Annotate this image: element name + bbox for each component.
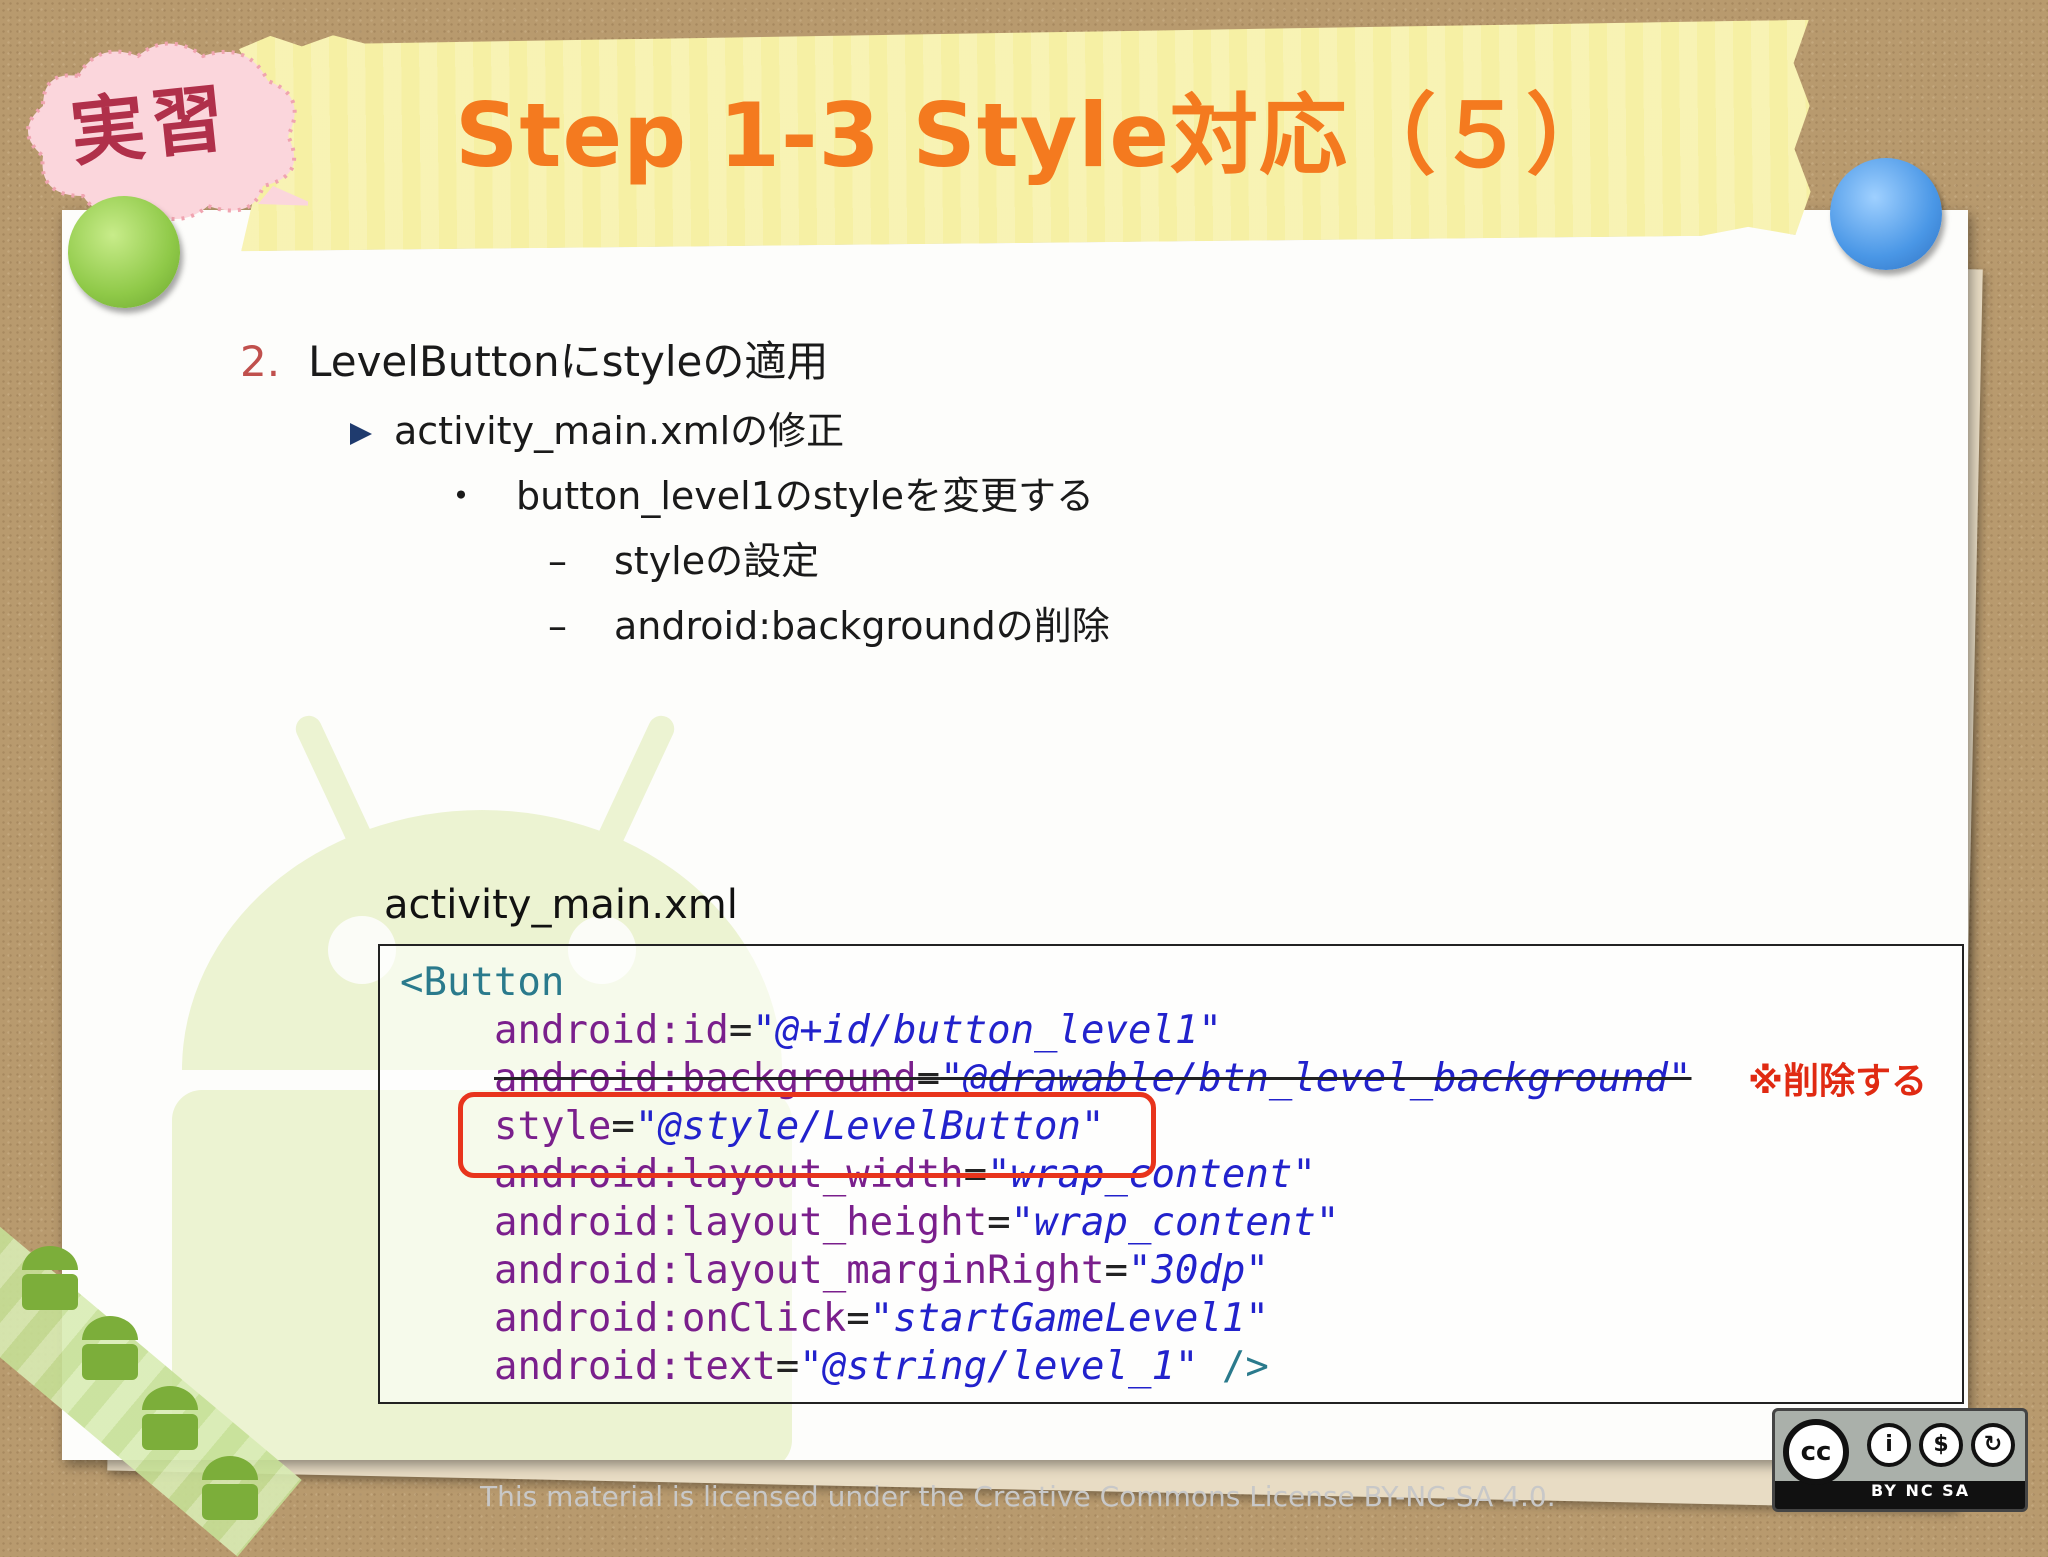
code-value: "@string/level_1" — [799, 1344, 1199, 1389]
bullet-number: 2. — [240, 337, 281, 386]
license-text: This material is licensed under the Crea… — [480, 1480, 1556, 1513]
code-value: "wrap_content" — [1010, 1200, 1340, 1245]
bullet-text: android:backgroundの削除 — [614, 604, 1110, 648]
code-attr: android:onClick — [494, 1296, 847, 1341]
code-tag-open: <Button — [400, 960, 565, 1005]
dot-bullet: ・ — [442, 474, 481, 518]
triangle-bullet-icon — [350, 422, 372, 445]
code-attr: android:text — [494, 1344, 776, 1389]
code-line: android:text="@string/level_1" /> — [494, 1344, 1269, 1390]
bullet-text: activity_main.xmlの修正 — [394, 409, 845, 453]
bullet-text: styleの設定 — [614, 539, 820, 583]
nc-icon: $ — [1919, 1423, 1963, 1467]
dash-bullet: – — [548, 539, 567, 583]
sa-icon: ↻ — [1971, 1423, 2015, 1467]
code-tag-close: /> — [1198, 1344, 1269, 1389]
style-highlight-box — [458, 1092, 1156, 1178]
cc-license-badge: cc i $ ↻ BY NC SA — [1772, 1408, 2028, 1512]
code-line: android:layout_height="wrap_content" — [494, 1200, 1339, 1246]
code-attr: android:layout_marginRight — [494, 1248, 1105, 1293]
code-attr: android:layout_height — [494, 1200, 988, 1245]
code-caption: activity_main.xml — [384, 882, 738, 928]
code-line: android:id="@+id/button_level1" — [494, 1008, 1222, 1054]
blue-pin-icon — [1830, 158, 1942, 270]
bullet-level2: activity_main.xmlの修正 — [350, 400, 844, 455]
bullet-text: LevelButtonにstyleの適用 — [308, 337, 829, 386]
bullet-level4-style: – styleの設定 — [548, 530, 819, 585]
code-line: android:layout_marginRight="30dp" — [494, 1248, 1269, 1294]
code-value: "startGameLevel1" — [869, 1296, 1269, 1341]
code-eq: = — [1104, 1248, 1128, 1293]
bullet-level4-background: – android:backgroundの削除 — [548, 595, 1110, 650]
bullet-text: button_level1のstyleを変更する — [516, 474, 1094, 518]
delete-note: ※削除する — [1748, 1061, 1927, 1102]
code-attr: android:id — [494, 1008, 729, 1053]
slide-title: Step 1-3 Style対応（５） — [455, 84, 1616, 187]
code-line: android:onClick="startGameLevel1" — [494, 1296, 1269, 1342]
code-value: "30dp" — [1127, 1248, 1269, 1293]
code-eq: = — [987, 1200, 1011, 1245]
code-line: <Button — [400, 960, 564, 1006]
dash-bullet: – — [548, 604, 567, 648]
bullet-level1: 2. LevelButtonにstyleの適用 — [240, 328, 828, 389]
android-robot-icon — [22, 1246, 258, 1520]
green-pin-icon — [68, 196, 180, 308]
by-icon: i — [1867, 1423, 1911, 1467]
code-eq: = — [775, 1344, 800, 1389]
cc-logo-icon: cc — [1783, 1419, 1849, 1485]
practice-badge-label: 実習 — [66, 74, 235, 178]
code-value: "@+id/button_level1" — [752, 1008, 1222, 1053]
code-eq: = — [728, 1008, 753, 1053]
cc-labels: BY NC SA — [1871, 1481, 1971, 1500]
bullet-level3: ・ button_level1のstyleを変更する — [442, 465, 1094, 520]
code-eq: = — [846, 1296, 870, 1341]
